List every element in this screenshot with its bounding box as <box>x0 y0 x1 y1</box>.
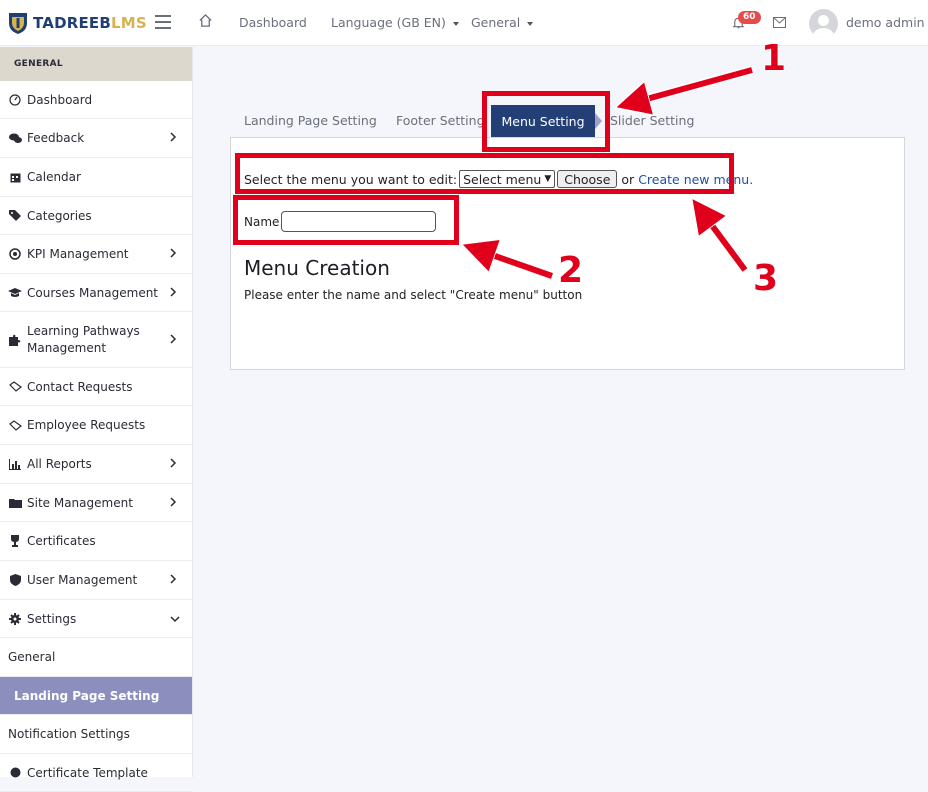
annotation-number-2: 2 <box>558 250 584 291</box>
annotation-arrow-2 <box>478 250 554 281</box>
annotation-arrow-1 <box>632 65 754 103</box>
annotation-arrows <box>0 65 754 281</box>
annotation-arrow-3 <box>702 212 749 273</box>
annotation-number-3: 3 <box>753 258 779 299</box>
annotation-number-1: 1 <box>761 38 787 79</box>
